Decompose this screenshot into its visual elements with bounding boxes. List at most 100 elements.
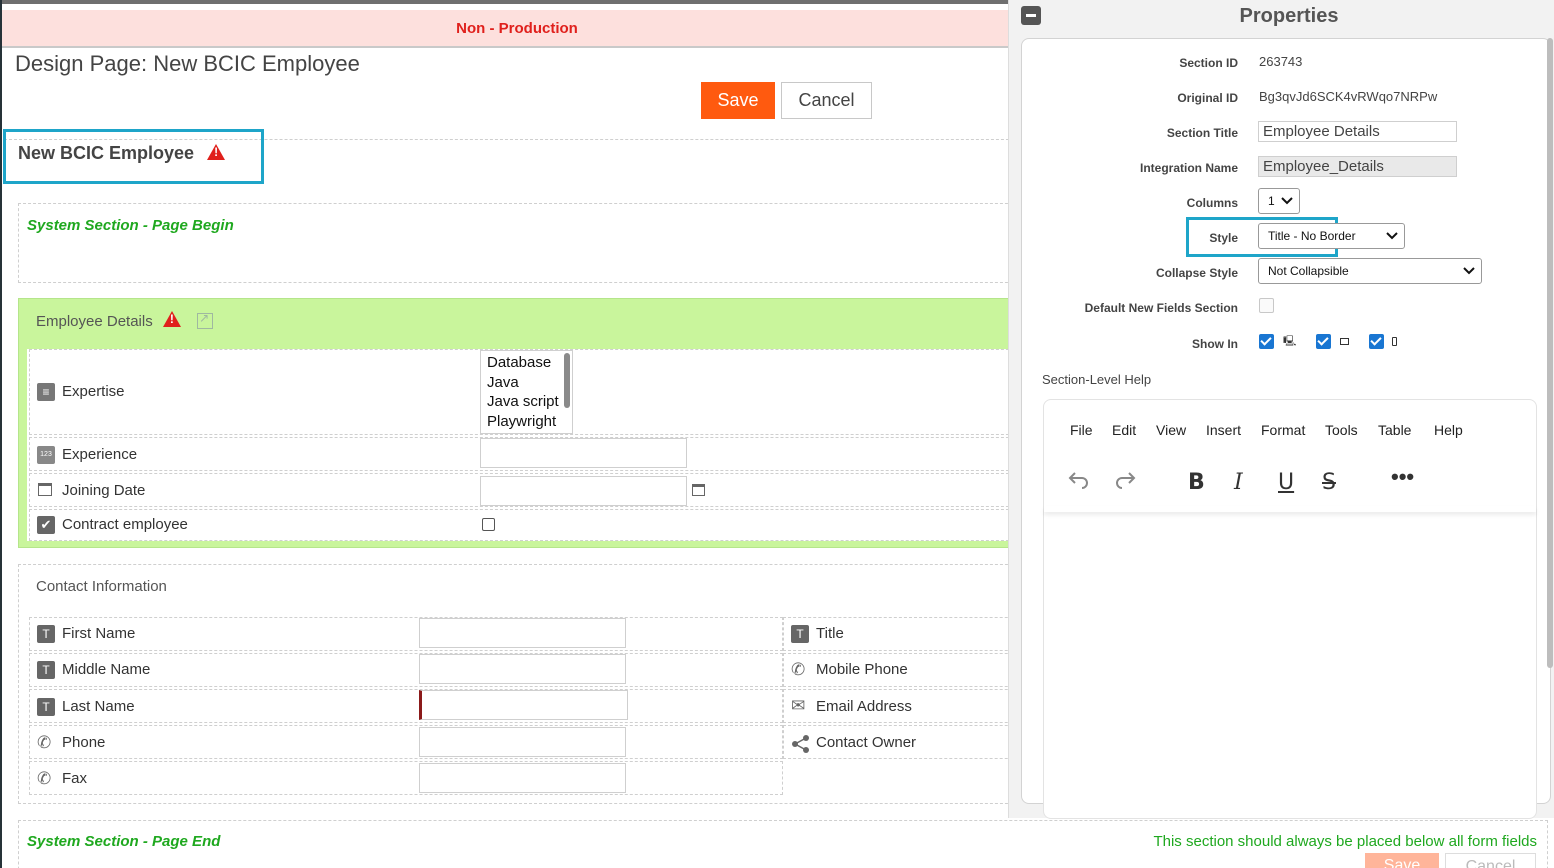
show-in-mobile-checkbox[interactable] [1369,334,1384,349]
field-row-contact-owner[interactable]: Contact Owner [783,725,1043,759]
system-section-end-label: System Section - Page End [27,833,221,850]
list-option[interactable]: Database [487,353,566,373]
contact-information-section[interactable]: Contact Information T First Name T Middl… [18,564,1043,804]
field-row-contract[interactable]: ✔ Contract employee [29,509,1039,541]
rich-text-editor[interactable]: File Edit View Insert Format Tools Table… [1043,399,1537,819]
menu-view[interactable]: View [1156,422,1186,438]
list-option[interactable]: Playwright [487,412,566,432]
fax-icon: ✆ [37,769,52,788]
field-label: Joining Date [62,482,146,499]
cancel-button[interactable]: Cancel [781,82,872,119]
properties-scrollbar[interactable] [1547,38,1553,668]
share-icon [792,735,809,753]
show-in-tablet-checkbox[interactable] [1316,334,1331,349]
page-name-text: New BCIC Employee [18,143,195,163]
joining-date-input[interactable] [480,476,687,506]
last-name-input[interactable] [419,690,628,720]
section-title-input[interactable]: Employee Details [1258,121,1457,142]
contract-checkbox[interactable] [482,518,495,531]
field-row-email[interactable]: ✉ Email Address [783,689,1043,723]
chevron-down-icon [1386,232,1398,240]
page-name-heading[interactable]: New BCIC Employee [18,143,226,164]
mobile-icon [1392,337,1397,346]
field-row-title[interactable]: T Title [783,617,1043,651]
design-page: Non - Production Design Page: New BCIC E… [0,0,1554,868]
menu-tools[interactable]: Tools [1325,422,1358,438]
menu-format[interactable]: Format [1261,422,1305,438]
field-label: Email Address [816,698,912,715]
section-body: ≡ Expertise Database Java Java script Pl… [27,349,1039,541]
system-section-end[interactable]: System Section - Page End This section s… [18,820,1548,868]
section-title: Employee Details [36,313,153,330]
expertise-listbox[interactable]: Database Java Java script Playwright [480,350,573,434]
multiselect-icon: ≡ [37,383,55,401]
middle-name-input[interactable] [419,654,626,684]
default-new-fields-label: Default New Fields Section [1084,301,1238,315]
phone-input[interactable] [419,727,626,757]
italic-icon[interactable]: I [1234,470,1243,495]
open-external-icon[interactable] [197,311,214,329]
first-name-input[interactable] [419,618,626,648]
tablet-icon [1340,338,1349,345]
list-option[interactable]: Java [487,373,566,393]
field-row-experience[interactable]: 123 Experience [29,437,1039,471]
section-title-label: Section Title [1166,126,1238,140]
field-row-last-name[interactable]: T Last Name [29,689,783,723]
text-field-icon: T [37,661,55,679]
menu-insert[interactable]: Insert [1206,422,1241,438]
menu-edit[interactable]: Edit [1112,422,1136,438]
redo-icon[interactable] [1114,469,1136,489]
field-row-phone[interactable]: ✆ Phone [29,725,783,759]
show-in-desktop-checkbox[interactable] [1259,334,1274,349]
collapse-style-value: Not Collapsible [1268,264,1349,278]
underline-icon[interactable]: U [1278,470,1294,495]
calendar-icon [38,483,52,496]
field-row-first-name[interactable]: T First Name [29,617,783,651]
strikethrough-icon[interactable]: S [1322,470,1336,495]
desktop-icon: 🖳 [1283,336,1297,347]
columns-select[interactable]: 1 [1258,188,1300,214]
field-label: First Name [62,625,136,642]
menu-help[interactable]: Help [1434,422,1463,438]
style-select[interactable]: Title - No Border [1258,223,1405,249]
undo-icon[interactable] [1068,469,1090,489]
field-row-joining-date[interactable]: Joining Date [29,473,1039,507]
bold-icon[interactable]: B [1188,470,1205,495]
original-id-value: Bg3qvJd6SCK4vRWqo7NRPw [1259,89,1438,104]
bottom-cancel-button[interactable]: Cancel [1445,853,1536,868]
collapse-style-select[interactable]: Not Collapsible [1258,258,1482,284]
checkbox-icon: ✔ [37,516,55,534]
menu-file[interactable]: File [1070,422,1093,438]
experience-input[interactable] [480,438,687,468]
bottom-save-button[interactable]: Save [1365,853,1439,868]
chevron-down-icon [1463,267,1475,275]
employee-details-section[interactable]: Employee Details ≡ Expertise Database Ja… [18,298,1039,548]
field-label: Contact Owner [816,734,917,751]
properties-title: Properties [1239,5,1339,27]
section-header: Employee Details [36,311,214,330]
field-label: Phone [62,734,106,751]
field-label: Fax [62,770,88,787]
menu-table[interactable]: Table [1378,422,1411,438]
save-button[interactable]: Save [701,82,775,119]
system-section-begin-label: System Section - Page Begin [27,217,234,234]
scrollbar[interactable] [564,353,570,408]
envelope-icon: ✉ [791,696,806,715]
text-field-icon: T [37,625,55,643]
system-section-begin[interactable]: System Section - Page Begin [18,203,1038,283]
more-icon[interactable]: ••• [1391,464,1414,490]
field-label: Expertise [62,383,125,400]
fax-input[interactable] [419,763,626,793]
left-edge [0,0,2,868]
show-in-label: Show In [1192,337,1238,351]
system-section-end-note: This section should always be placed bel… [1153,833,1537,850]
style-value: Title - No Border [1268,229,1356,243]
field-row-mobile-phone[interactable]: ✆ Mobile Phone [783,653,1043,687]
field-row-expertise[interactable]: ≡ Expertise Database Java Java script Pl… [29,349,1039,435]
date-picker-icon[interactable] [692,484,705,496]
field-label: Mobile Phone [816,661,908,678]
field-row-fax[interactable]: ✆ Fax [29,761,783,795]
default-new-fields-checkbox[interactable] [1259,298,1274,313]
list-option[interactable]: Java script [487,392,566,412]
field-row-middle-name[interactable]: T Middle Name [29,653,783,687]
